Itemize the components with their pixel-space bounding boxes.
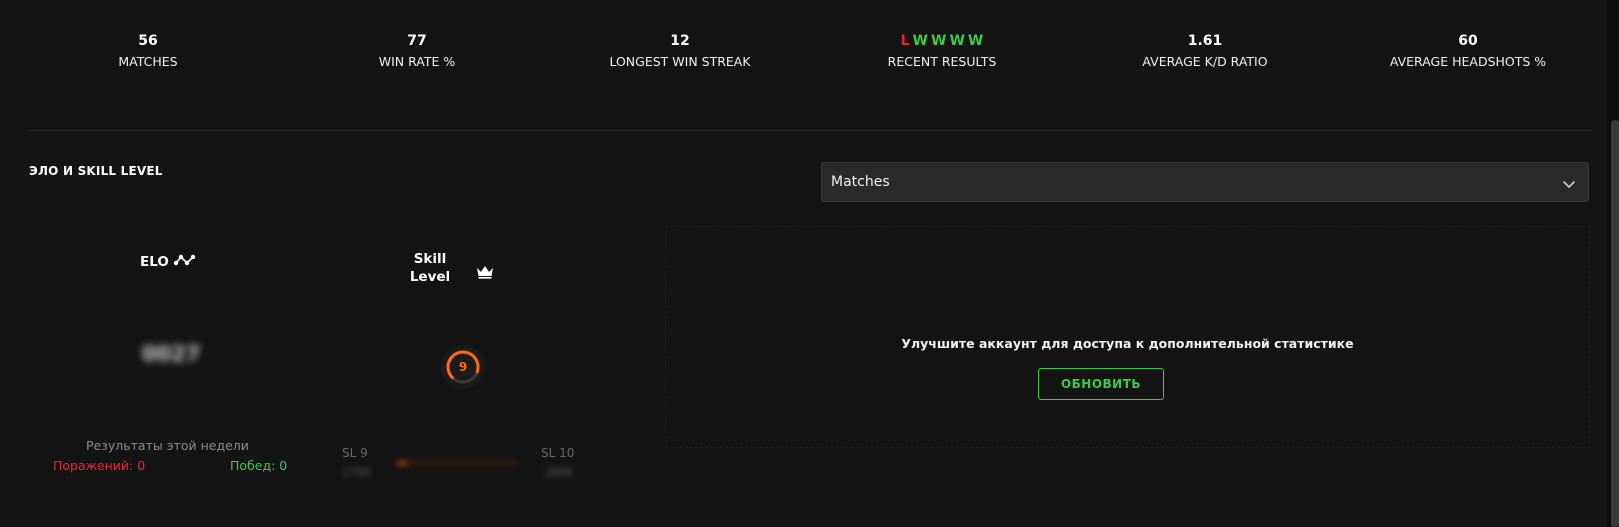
result-marker: W bbox=[912, 33, 928, 49]
result-marker: L bbox=[900, 33, 910, 49]
skill-level-badge: 9 bbox=[440, 344, 486, 390]
stat-longest-win-streak: 12 LONGEST WIN STREAK bbox=[560, 32, 800, 70]
stat-average-headshots: 60 AVERAGE HEADSHOTS % bbox=[1348, 32, 1588, 70]
skill-range-min: 1750 bbox=[342, 466, 370, 479]
elo-graph-icon bbox=[169, 253, 197, 271]
elo-label: ELO bbox=[140, 254, 169, 270]
crown-icon bbox=[476, 264, 494, 283]
upgrade-button[interactable]: ОБНОВИТЬ bbox=[1038, 368, 1164, 400]
stat-recent-results: LWWWW RECENT RESULTS bbox=[822, 32, 1062, 70]
week-losses: Поражений: 0 bbox=[53, 458, 146, 473]
stat-label: MATCHES bbox=[118, 54, 178, 69]
stat-label: WIN RATE % bbox=[378, 54, 456, 69]
stat-label: AVERAGE K/D RATIO bbox=[1142, 54, 1268, 69]
stat-label: AVERAGE HEADSHOTS % bbox=[1389, 54, 1547, 69]
stat-value: 1.61 bbox=[1187, 33, 1223, 49]
stat-value: 60 bbox=[1458, 33, 1478, 49]
stats-panel: 56 MATCHES 77 WIN RATE % 12 LONGEST WIN … bbox=[0, 0, 1607, 527]
stat-value: 56 bbox=[138, 33, 158, 49]
week-results-title: Результаты этой недели bbox=[86, 438, 249, 453]
select-value: Matches bbox=[831, 174, 890, 190]
skill-level-header: Skill Level bbox=[400, 250, 460, 286]
result-marker: W bbox=[931, 33, 947, 49]
skill-progress-bar bbox=[396, 459, 518, 467]
chart-mode-select[interactable]: Matches bbox=[821, 162, 1589, 202]
upgrade-message: Улучшите аккаунт для доступа к дополните… bbox=[901, 336, 1354, 351]
stat-value: 77 bbox=[407, 33, 427, 49]
result-marker: W bbox=[949, 33, 965, 49]
current-skill-level-label: SL 9 bbox=[342, 446, 368, 460]
recent-results-list: LWWWW bbox=[822, 32, 1062, 50]
stat-label: RECENT RESULTS bbox=[887, 54, 997, 69]
skill-label-line1: Skill bbox=[413, 251, 447, 267]
week-wins: Побед: 0 bbox=[230, 458, 288, 473]
stat-win-rate: 77 WIN RATE % bbox=[297, 32, 537, 70]
skill-progress-fill bbox=[396, 459, 409, 467]
scrollbar[interactable] bbox=[1611, 120, 1619, 527]
stat-average-kd: 1.61 AVERAGE K/D RATIO bbox=[1085, 32, 1325, 70]
section-title: ЭЛО И SKILL LEVEL bbox=[29, 164, 163, 178]
elo-value: 0027 bbox=[142, 342, 201, 366]
stat-value: 12 bbox=[670, 33, 690, 49]
next-skill-level-label: SL 10 bbox=[541, 446, 575, 460]
elo-header: ELO bbox=[140, 253, 197, 271]
stat-matches: 56 MATCHES bbox=[28, 32, 268, 70]
skill-range-max: 2000 bbox=[545, 466, 573, 479]
skill-label-line2: Level bbox=[409, 269, 451, 285]
skill-level-number: 9 bbox=[458, 360, 468, 374]
chevron-down-icon bbox=[1562, 176, 1576, 195]
result-marker: W bbox=[967, 33, 984, 49]
divider bbox=[29, 130, 1592, 131]
stat-label: LONGEST WIN STREAK bbox=[609, 54, 751, 69]
